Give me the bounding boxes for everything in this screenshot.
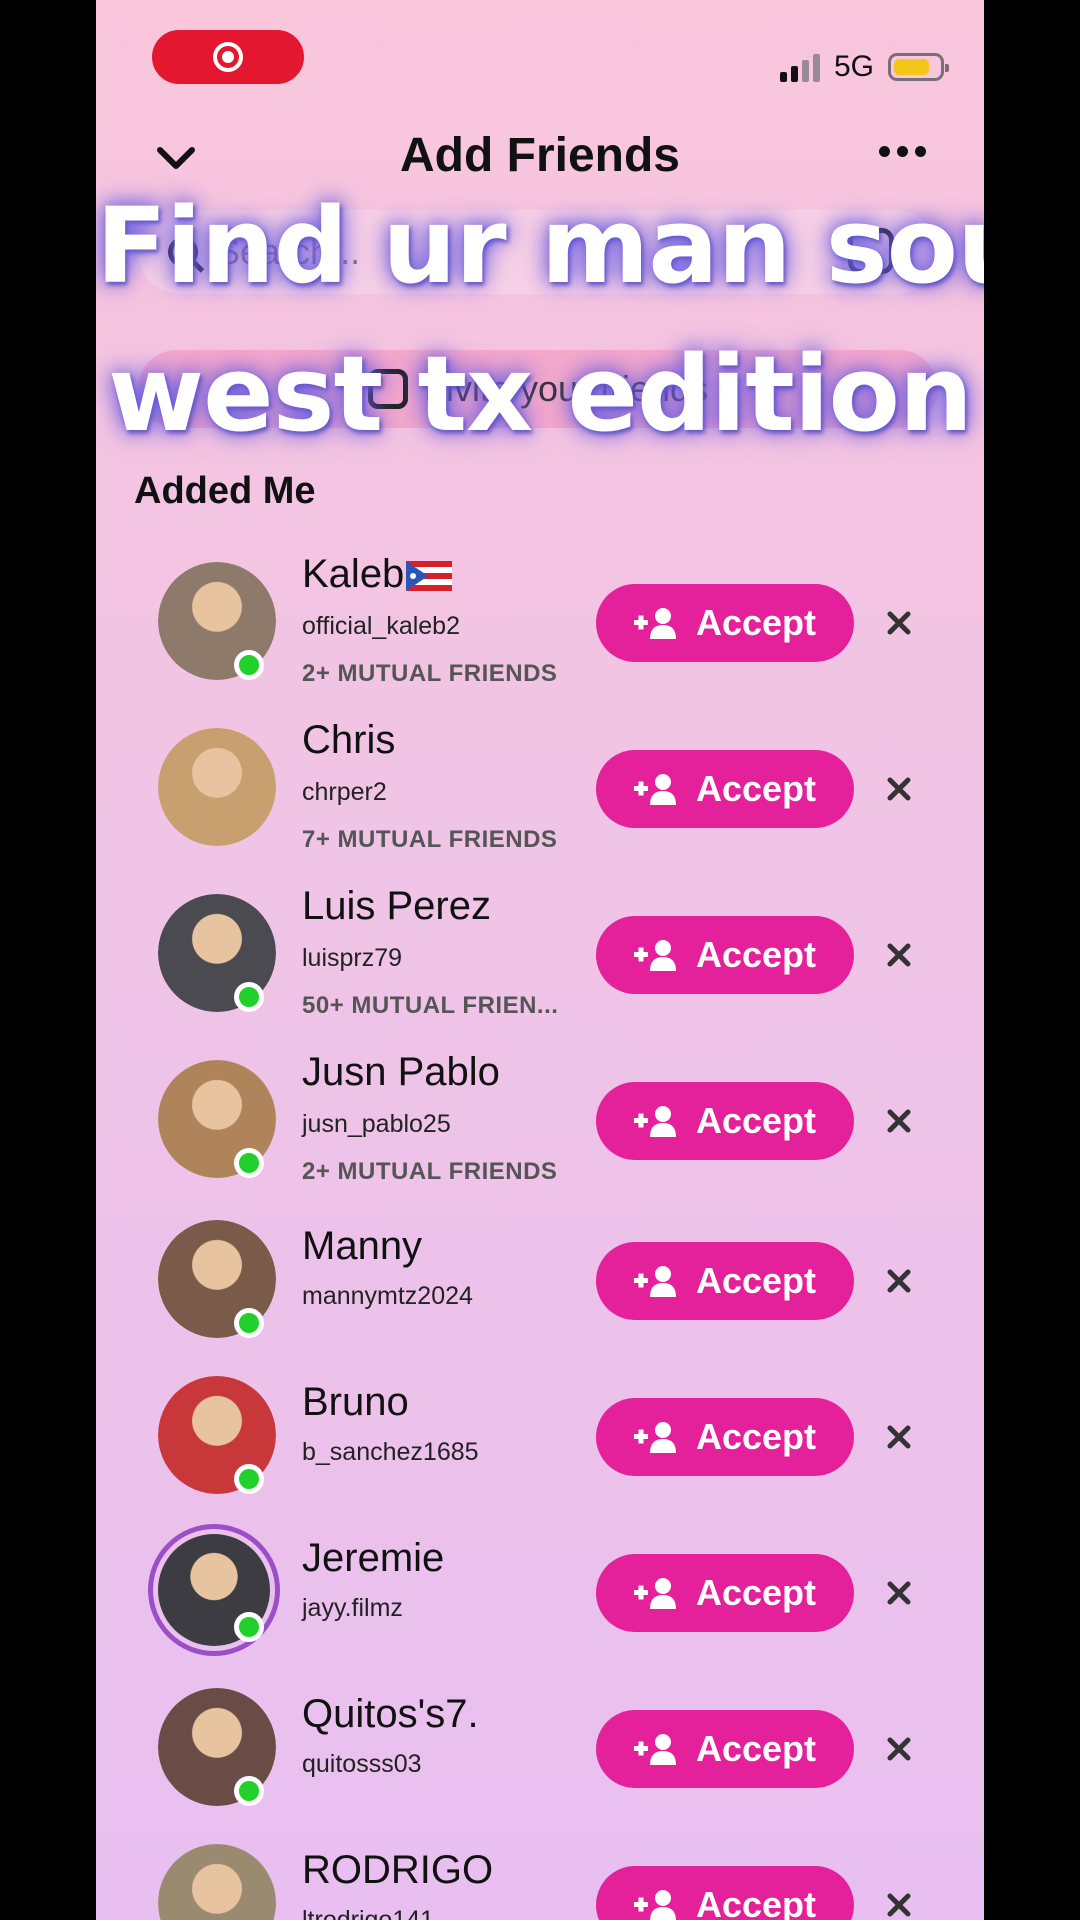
accept-label: Accept (695, 1884, 817, 1920)
friend-username: b_sanchez1685 (302, 1438, 479, 1466)
avatar[interactable] (158, 1844, 276, 1920)
avatar[interactable] (158, 728, 276, 846)
status-bar-right: 5G (779, 50, 949, 84)
accept-button[interactable]: Accept (596, 1710, 854, 1788)
record-icon (213, 42, 243, 72)
friend-username: jusn_pablo25 (302, 1110, 451, 1138)
friend-request-row[interactable]: Bruno b_sanchez1685 Accept (96, 1362, 984, 1512)
close-icon[interactable] (882, 938, 916, 972)
add-friend-icon (633, 608, 676, 639)
friend-request-row[interactable]: Kaleb official_kaleb2 2+ MUTUAL FRIENDS A… (96, 548, 984, 698)
add-friend-icon (633, 1734, 676, 1765)
friend-name[interactable]: Luis Perez (302, 884, 491, 929)
caption-line-1: Find ur man south/ (96, 185, 984, 307)
friend-request-row[interactable]: Luis Perez luisprz79 50+ MUTUAL FRIEN... … (96, 880, 984, 1030)
close-icon[interactable] (882, 1732, 916, 1766)
friend-username: official_kaleb2 (302, 612, 460, 640)
accept-label: Accept (695, 1572, 817, 1613)
online-status-dot (234, 650, 264, 680)
accept-button[interactable]: Accept (596, 1082, 854, 1160)
friend-name[interactable]: Bruno (302, 1380, 409, 1425)
online-status-dot (234, 1464, 264, 1494)
add-friend-icon (633, 774, 676, 805)
network-type: 5G (833, 50, 874, 83)
accept-button[interactable]: Accept (596, 750, 854, 828)
friend-request-row[interactable]: Quitos's7. quitosss03 Accept (96, 1674, 984, 1824)
accept-button[interactable]: Accept (596, 1242, 854, 1320)
accept-label: Accept (695, 768, 817, 809)
online-status-dot (234, 982, 264, 1012)
friend-name[interactable]: Jeremie (302, 1536, 444, 1581)
close-icon[interactable] (882, 606, 916, 640)
accept-button[interactable]: Accept (596, 1398, 854, 1476)
friend-username: jayy.filmz (302, 1594, 403, 1622)
friend-request-row[interactable]: Manny mannymtz2024 Accept (96, 1206, 984, 1356)
friend-request-row[interactable]: Jeremie jayy.filmz Accept (96, 1518, 984, 1668)
accept-label: Accept (695, 934, 817, 975)
close-icon[interactable] (882, 1420, 916, 1454)
accept-button[interactable]: Accept (596, 1554, 854, 1632)
add-friend-icon (633, 1106, 676, 1137)
friend-name[interactable]: Jusn Pablo (302, 1050, 500, 1095)
accept-button[interactable]: Accept (596, 584, 854, 662)
friend-name[interactable]: Quitos's7. (302, 1692, 479, 1737)
add-friend-icon (633, 1578, 676, 1609)
accept-label: Accept (695, 1416, 817, 1457)
friend-username: mannymtz2024 (302, 1282, 473, 1310)
accept-label: Accept (695, 1260, 817, 1301)
friend-username: quitosss03 (302, 1750, 422, 1778)
section-title-added-me: Added Me (134, 470, 316, 512)
accept-button[interactable]: Accept (596, 916, 854, 994)
friend-username: chrper2 (302, 778, 387, 806)
online-status-dot (234, 1308, 264, 1338)
add-friend-icon (633, 940, 676, 971)
close-icon[interactable] (882, 1104, 916, 1138)
mutual-friends-count: 7+ MUTUAL FRIENDS (302, 826, 558, 853)
friend-name[interactable]: Kaleb (302, 552, 453, 597)
online-status-dot (234, 1776, 264, 1806)
mutual-friends-count: 2+ MUTUAL FRIENDS (302, 1158, 558, 1185)
friend-name[interactable]: Chris (302, 718, 395, 763)
accept-label: Accept (695, 602, 817, 643)
mutual-friends-count: 2+ MUTUAL FRIENDS (302, 660, 558, 687)
close-icon[interactable] (882, 1888, 916, 1920)
puerto-rico-flag (406, 561, 453, 592)
friend-request-row[interactable]: RODRIGO ltrodrigo141 Accept (96, 1830, 984, 1920)
phone-screen: 5G Add Friends Search... Invite your fri… (96, 0, 984, 1920)
battery-icon (888, 53, 949, 81)
close-icon[interactable] (882, 1264, 916, 1298)
page-title: Add Friends (399, 129, 680, 182)
close-icon[interactable] (882, 1576, 916, 1610)
friend-request-row[interactable]: Chris chrper2 7+ MUTUAL FRIENDS Accept (96, 714, 984, 864)
accept-label: Accept (695, 1728, 817, 1769)
add-friend-icon (633, 1422, 676, 1453)
online-status-dot (234, 1148, 264, 1178)
add-friend-icon (633, 1890, 676, 1920)
close-icon[interactable] (882, 772, 916, 806)
friend-name[interactable]: RODRIGO (302, 1848, 493, 1893)
friend-request-row[interactable]: Jusn Pablo jusn_pablo25 2+ MUTUAL FRIENDS… (96, 1046, 984, 1196)
online-status-dot (234, 1612, 264, 1642)
more-options-icon[interactable] (879, 146, 926, 157)
add-friend-icon (633, 1266, 676, 1297)
caption-line-2: west tx edition (108, 333, 973, 455)
friend-name[interactable]: Manny (302, 1224, 422, 1269)
friend-username: ltrodrigo141 (302, 1906, 435, 1920)
accept-label: Accept (695, 1100, 817, 1141)
accept-button[interactable]: Accept (596, 1866, 854, 1920)
friend-username: luisprz79 (302, 944, 403, 972)
cellular-signal-icon (779, 52, 820, 82)
mutual-friends-count: 50+ MUTUAL FRIEN... (302, 992, 559, 1019)
screen-recording-indicator[interactable] (152, 30, 304, 84)
